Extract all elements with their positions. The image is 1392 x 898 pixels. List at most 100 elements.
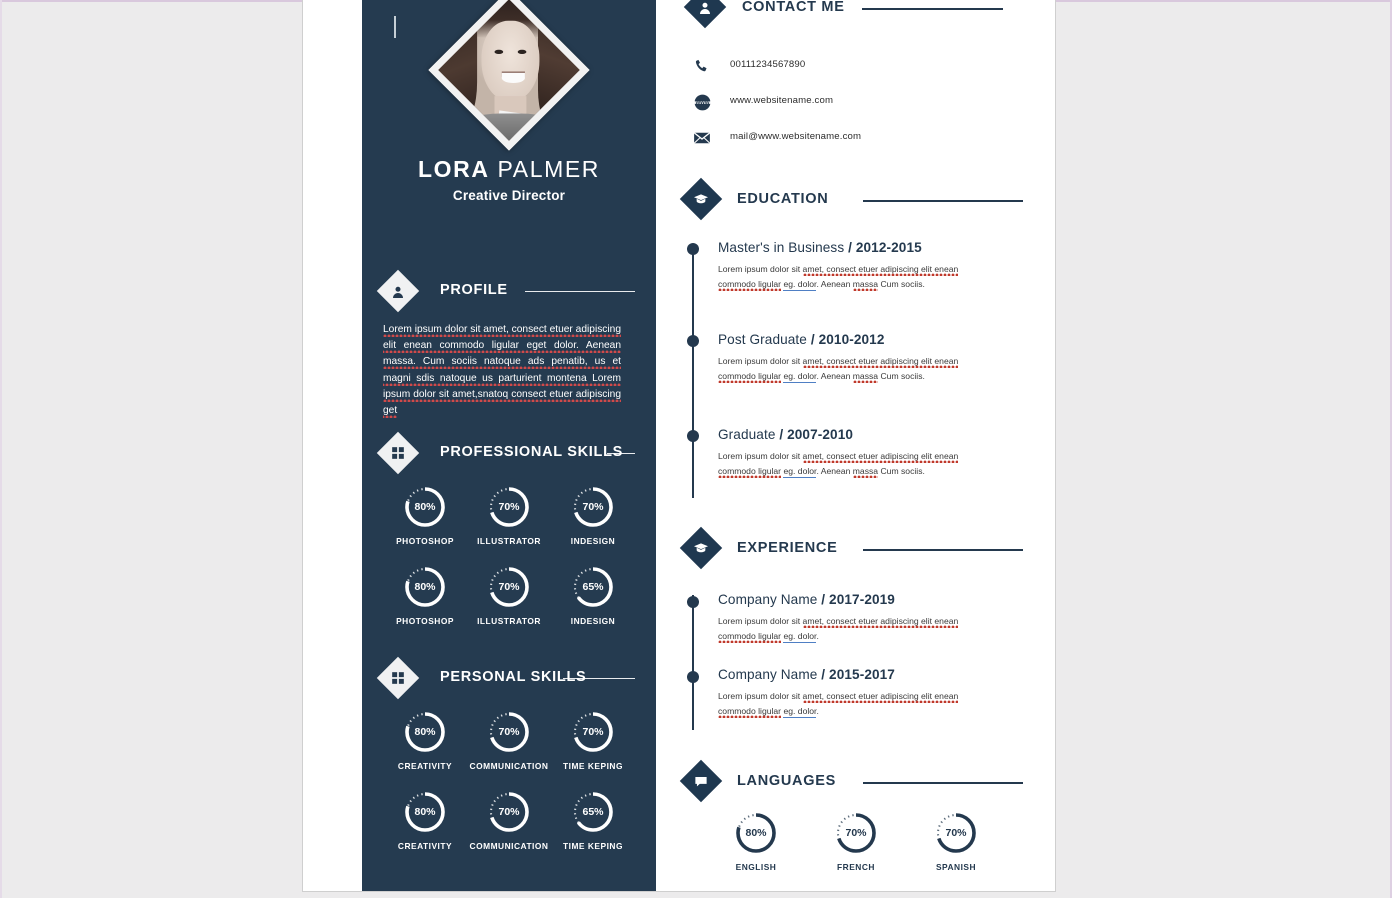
- contact-row[interactable]: www www.websitename.com: [678, 91, 1008, 117]
- skill-percent: 80%: [745, 827, 767, 839]
- section-title: PROFILE: [440, 282, 508, 298]
- skill-percent: 70%: [945, 827, 967, 839]
- skill-ring: 70%: [486, 709, 532, 755]
- skill-item: 70% COMMUNICATION: [467, 789, 551, 851]
- contact-value[interactable]: mail@www.websitename.com: [730, 131, 861, 142]
- section-rule: [863, 782, 1023, 784]
- skill-percent: 80%: [414, 806, 436, 818]
- skill-percent: 80%: [414, 581, 436, 593]
- section-rule: [563, 678, 635, 679]
- section-header-contact: CONTACT ME: [678, 0, 1003, 32]
- section-header-experience: EXPERIENCE: [678, 526, 1023, 573]
- skill-item: 80% PHOTOSHOP: [383, 564, 467, 626]
- skill-ring: 70%: [486, 564, 532, 610]
- grid-icon: [376, 656, 420, 700]
- envelope-icon: [690, 127, 714, 149]
- text-cursor: [394, 16, 396, 38]
- education-timeline: [692, 246, 694, 498]
- contact-value[interactable]: www.websitename.com: [730, 95, 833, 106]
- skill-ring: 70%: [833, 810, 879, 856]
- language-label: ENGLISH: [735, 862, 777, 872]
- skill-item: 70% ILLUSTRATOR: [467, 484, 551, 546]
- skill-percent: 80%: [414, 726, 436, 738]
- timeline-dot: [687, 596, 699, 608]
- entry-body: Lorem ipsum dolor sit amet, consect etue…: [718, 616, 959, 643]
- language-label: FRENCH: [837, 862, 875, 872]
- graduation-cap-icon: [679, 177, 723, 221]
- skill-label: INDESIGN: [570, 616, 616, 626]
- skill-percent: 70%: [498, 806, 520, 818]
- section-header-languages: LANGUAGES: [678, 759, 1023, 806]
- entry-body: Lorem ipsum dolor sit amet, consect etue…: [718, 356, 959, 383]
- section-header-personal-skills: PERSONAL SKILLS: [376, 656, 635, 701]
- first-name: LORA: [417, 156, 490, 182]
- experience-timeline: [692, 595, 694, 730]
- entry-title: Master's in Business / 2012-2015: [718, 240, 922, 255]
- skill-ring: 70%: [933, 810, 979, 856]
- experience-entry: Company Name / 2015-2017 Lorem ipsum dol…: [718, 667, 976, 718]
- skill-percent: 70%: [498, 501, 520, 513]
- skill-item: 70% TIME KEPING: [551, 709, 635, 771]
- skill-percent: 65%: [582, 806, 604, 818]
- skill-label: TIME KEPING: [563, 841, 623, 851]
- job-title: Creative Director: [452, 188, 566, 203]
- skill-label: ILLUSTRATOR: [477, 536, 541, 546]
- section-header-professional-skills: PROFESSIONAL SKILLS: [376, 431, 635, 476]
- speech-bubble-icon: [679, 759, 723, 803]
- skill-item: 70% ILLUSTRATOR: [467, 564, 551, 626]
- last-name: PALMER: [497, 156, 601, 182]
- skill-label: CREATIVITY: [397, 841, 453, 851]
- skill-label: PHOTOSHOP: [396, 616, 454, 626]
- section-rule: [862, 8, 1003, 10]
- entry-title: Post Graduate / 2010-2012: [718, 332, 885, 347]
- skill-ring: 70%: [486, 484, 532, 530]
- language-label: SPANISH: [935, 862, 977, 872]
- education-entry: Master's in Business / 2012-2015 Lorem i…: [718, 240, 976, 291]
- grid-icon: [376, 431, 420, 475]
- timeline-dot: [687, 335, 699, 347]
- svg-text:www: www: [694, 99, 709, 105]
- skill-percent: 70%: [498, 581, 520, 593]
- skill-item: 70% INDESIGN: [551, 484, 635, 546]
- skill-ring: 80%: [402, 484, 448, 530]
- section-rule: [525, 291, 635, 292]
- language-item: 70% SPANISH: [906, 810, 1006, 872]
- resume-page: LORA PALMER Creative Director PROFILE Lo…: [303, 0, 1055, 891]
- skill-item: 65% INDESIGN: [551, 564, 635, 626]
- skill-label: TIME KEPING: [563, 761, 623, 771]
- section-header-profile: PROFILE: [376, 269, 635, 314]
- entry-body: Lorem ipsum dolor sit amet, consect etue…: [718, 264, 959, 291]
- skill-ring: 65%: [570, 564, 616, 610]
- skill-item: 80% CREATIVITY: [383, 789, 467, 851]
- skill-item: 70% COMMUNICATION: [467, 709, 551, 771]
- skill-ring: 80%: [402, 789, 448, 835]
- entry-body: Lorem ipsum dolor sit amet, consect etue…: [718, 451, 959, 478]
- section-title: EDUCATION: [737, 191, 829, 207]
- skill-label: INDESIGN: [570, 536, 616, 546]
- viewport-edge-left: [0, 0, 2, 898]
- contact-row[interactable]: mail@www.websitename.com: [678, 127, 1008, 153]
- profile-text: Lorem ipsum dolor sit amet, consect etue…: [383, 324, 621, 419]
- skill-percent: 70%: [582, 501, 604, 513]
- section-title: PROFESSIONAL SKILLS: [440, 444, 624, 460]
- languages-grid: 80% ENGLISH 70% FRENCH 70% SPANISH: [706, 810, 1006, 890]
- phone-icon: [690, 55, 714, 77]
- skill-item: 80% CREATIVITY: [383, 709, 467, 771]
- timeline-dot: [687, 430, 699, 442]
- main-content: CONTACT ME 00111234567890 www www.website…: [678, 0, 1055, 891]
- skill-percent: 70%: [845, 827, 867, 839]
- skill-label: COMMUNICATION: [469, 841, 549, 851]
- entry-body: Lorem ipsum dolor sit amet, consect etue…: [718, 691, 959, 718]
- experience-entry: Company Name / 2017-2019 Lorem ipsum dol…: [718, 592, 976, 643]
- entry-title: Company Name / 2015-2017: [718, 667, 895, 682]
- skill-item: 80% PHOTOSHOP: [383, 484, 467, 546]
- skill-label: PHOTOSHOP: [396, 536, 454, 546]
- skill-ring: 80%: [402, 709, 448, 755]
- contact-value[interactable]: 00111234567890: [730, 59, 805, 70]
- left-sidebar: LORA PALMER Creative Director PROFILE Lo…: [362, 0, 656, 891]
- person-icon: [376, 269, 420, 313]
- contact-row[interactable]: 00111234567890: [678, 55, 1008, 81]
- section-rule: [863, 200, 1023, 202]
- avatar: [428, 0, 590, 151]
- skill-label: CREATIVITY: [397, 761, 453, 771]
